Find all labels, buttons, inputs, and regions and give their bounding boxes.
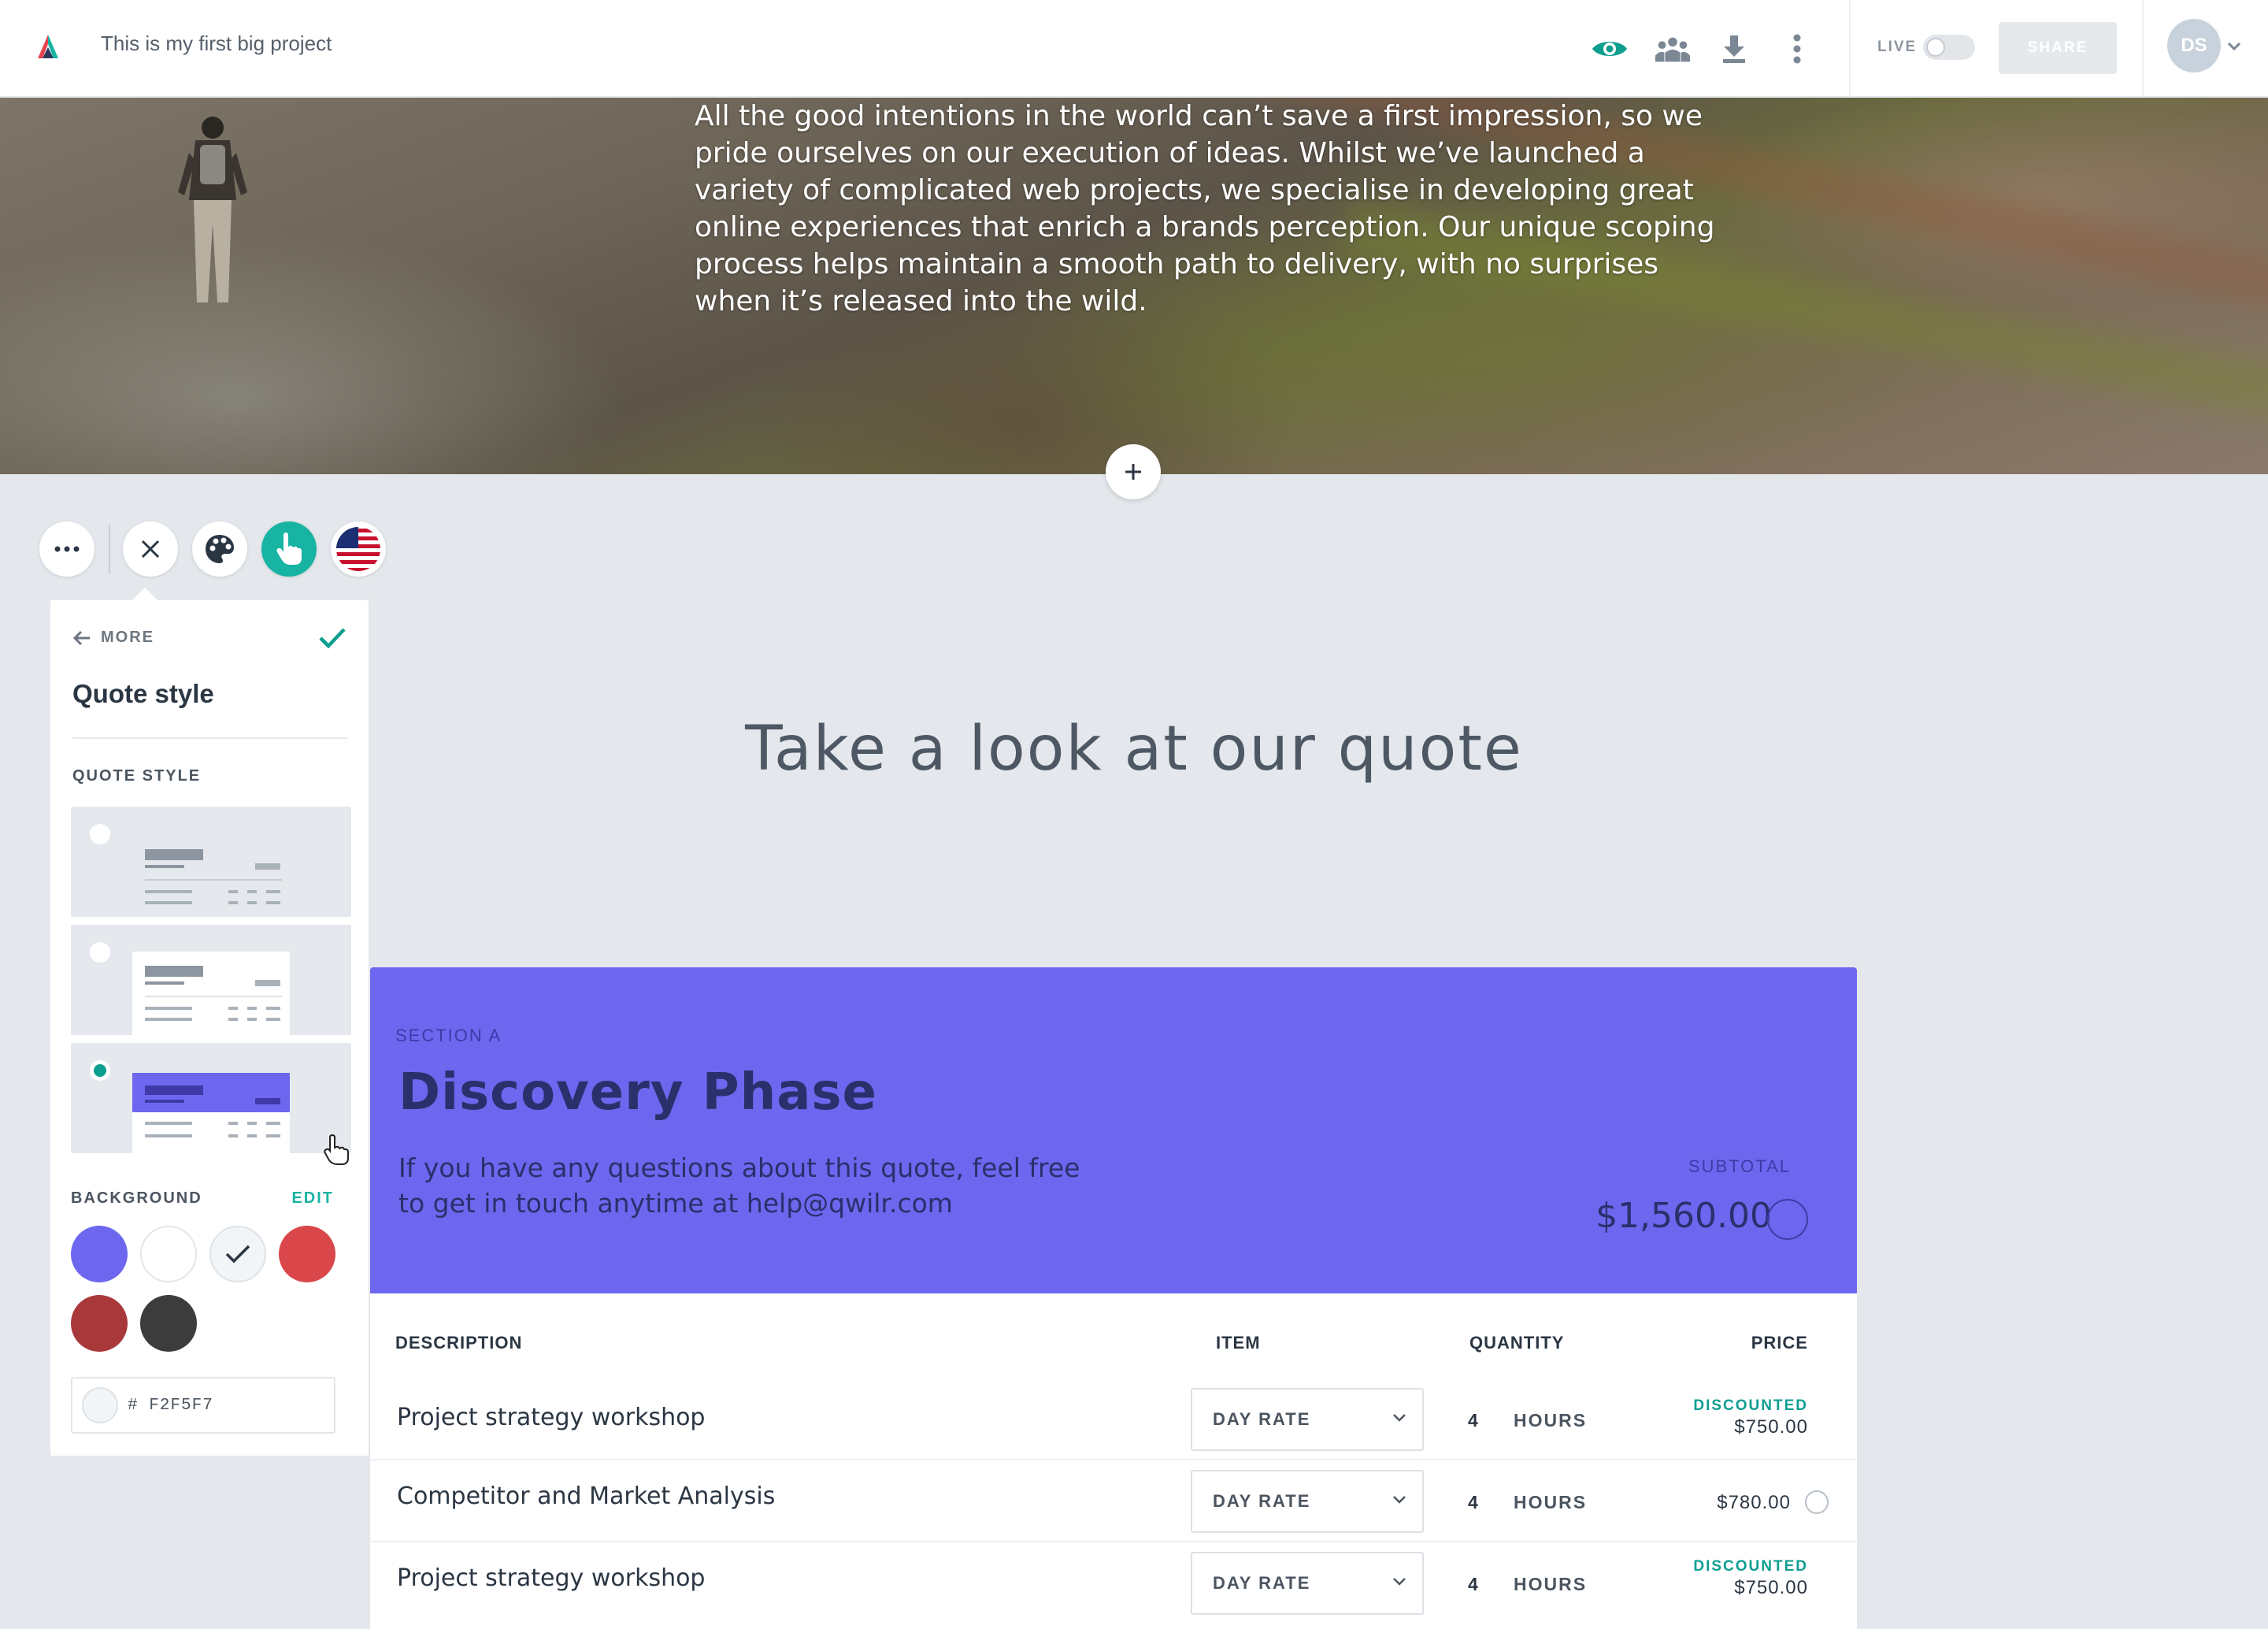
quote-style-option-2[interactable] xyxy=(71,925,351,1035)
top-bar: This is my first big project LIVE SHARE … xyxy=(0,0,2268,98)
avatar[interactable]: DS xyxy=(2167,19,2221,72)
hand-cursor-icon xyxy=(323,1134,350,1170)
live-label: LIVE xyxy=(1877,39,1918,55)
chevron-down-icon xyxy=(1393,1578,1406,1586)
hex-color-input[interactable]: # F2F5F7 xyxy=(71,1377,335,1434)
background-label: BACKGROUND xyxy=(71,1189,202,1207)
radio-button[interactable] xyxy=(90,942,110,963)
quantity-value[interactable]: 4 xyxy=(1468,1410,1478,1431)
palette-icon xyxy=(206,535,234,563)
checkmark-icon xyxy=(225,1245,250,1263)
chevron-down-icon[interactable] xyxy=(2227,41,2241,55)
section-kicker[interactable]: SECTION A xyxy=(395,1026,502,1046)
block-more-button[interactable] xyxy=(39,521,94,577)
subtotal-value: $1,560.00 xyxy=(1595,1196,1772,1236)
document-title[interactable]: This is my first big project xyxy=(101,32,332,56)
color-preview-dot xyxy=(82,1387,118,1423)
column-header-price: PRICE xyxy=(1751,1333,1808,1353)
item-select[interactable]: DAY RATE xyxy=(1191,1470,1424,1533)
add-block-button[interactable] xyxy=(1106,444,1161,499)
swatch-light-grey-selected[interactable] xyxy=(209,1226,266,1282)
column-header-quantity: QUANTITY xyxy=(1469,1333,1565,1353)
section-title[interactable]: Discovery Phase xyxy=(398,1063,877,1122)
optional-toggle-circle[interactable] xyxy=(1805,1490,1829,1514)
quote-style-option-1[interactable] xyxy=(71,807,351,917)
hero-block: All the good intentions in the world can… xyxy=(0,98,2268,474)
quantity-unit: HOURS xyxy=(1514,1574,1588,1594)
download-icon[interactable] xyxy=(1715,30,1753,68)
section-description[interactable]: If you have any questions about this quo… xyxy=(398,1150,1107,1221)
page-heading[interactable]: Take a look at our quote xyxy=(0,714,2268,785)
swatch-white[interactable] xyxy=(140,1226,197,1282)
interactive-button[interactable] xyxy=(261,521,317,577)
edit-background-link[interactable]: EDIT xyxy=(291,1189,334,1208)
row-description[interactable]: Project strategy workshop xyxy=(397,1404,705,1431)
toolbar-divider xyxy=(2142,0,2144,98)
column-header-item: ITEM xyxy=(1216,1333,1261,1353)
quote-section-header: SECTION A Discovery Phase If you have an… xyxy=(370,967,1857,1293)
price-value: $750.00 xyxy=(1734,1416,1808,1438)
table-row: Project strategy workshop DAY RATE 4 HOU… xyxy=(370,1379,1857,1460)
people-icon[interactable] xyxy=(1654,30,1692,68)
swatch-purple[interactable] xyxy=(71,1226,128,1282)
checkmark-icon[interactable] xyxy=(318,627,346,653)
plus-icon xyxy=(1125,464,1141,480)
row-description[interactable]: Project strategy workshop xyxy=(397,1564,705,1592)
share-button[interactable]: SHARE xyxy=(1999,22,2117,74)
optional-toggle-circle[interactable] xyxy=(1767,1199,1808,1240)
item-select-value: DAY RATE xyxy=(1213,1573,1311,1593)
horizontal-dots-icon xyxy=(54,546,80,552)
subtotal-label: SUBTOTAL xyxy=(1688,1156,1791,1176)
close-button[interactable] xyxy=(123,521,178,577)
toggle-knob xyxy=(1926,38,1945,57)
discount-badge: DISCOUNTED xyxy=(1693,1397,1808,1414)
back-label: MORE xyxy=(101,629,154,646)
us-flag-icon xyxy=(336,527,380,571)
item-select-value: DAY RATE xyxy=(1213,1409,1311,1429)
quantity-unit: HOURS xyxy=(1514,1492,1588,1512)
swatch-red[interactable] xyxy=(279,1226,335,1282)
quote-section: SECTION A Discovery Phase If you have an… xyxy=(370,967,1857,1629)
close-icon xyxy=(141,540,160,558)
style-3-thumbnail-icon xyxy=(132,1073,290,1153)
radio-button-selected[interactable] xyxy=(90,1060,110,1081)
quantity-unit: HOURS xyxy=(1514,1410,1588,1430)
item-select[interactable]: DAY RATE xyxy=(1191,1552,1424,1615)
table-row: Project strategy workshop DAY RATE 4 HOU… xyxy=(370,1542,1857,1624)
chevron-down-icon xyxy=(1393,1496,1406,1504)
swatch-charcoal[interactable] xyxy=(140,1295,197,1352)
live-toggle[interactable] xyxy=(1923,35,1975,60)
quantity-value[interactable]: 4 xyxy=(1468,1574,1478,1595)
table-row: Competitor and Market Analysis DAY RATE … xyxy=(370,1460,1857,1542)
toolbar-divider xyxy=(1849,0,1851,98)
style-1-thumbnail-icon xyxy=(145,849,282,904)
hand-pointer-icon xyxy=(276,532,302,565)
style-2-thumbnail-icon xyxy=(132,952,290,1035)
column-header-description: DESCRIPTION xyxy=(395,1333,523,1353)
discount-badge: DISCOUNTED xyxy=(1693,1558,1808,1575)
vertical-dots-icon[interactable] xyxy=(1778,30,1816,68)
toolbar-separator xyxy=(109,525,110,573)
price-value: $780.00 xyxy=(1717,1492,1791,1513)
row-description[interactable]: Competitor and Market Analysis xyxy=(397,1482,775,1510)
back-button[interactable]: MORE xyxy=(72,629,154,647)
hero-paragraph[interactable]: All the good intentions in the world can… xyxy=(695,98,1718,320)
arrow-left-icon xyxy=(72,630,90,645)
chevron-down-icon xyxy=(1393,1414,1406,1422)
language-button[interactable] xyxy=(331,521,386,577)
panel-title: Quote style xyxy=(72,679,214,708)
palette-button[interactable] xyxy=(192,521,247,577)
swatch-dark-red[interactable] xyxy=(71,1295,128,1352)
hex-value: # F2F5F7 xyxy=(128,1396,213,1415)
quote-style-option-3[interactable] xyxy=(71,1043,351,1153)
qwilr-logo-icon[interactable] xyxy=(35,33,61,60)
price-value: $750.00 xyxy=(1734,1577,1808,1598)
quantity-value[interactable]: 4 xyxy=(1468,1492,1478,1513)
item-select[interactable]: DAY RATE xyxy=(1191,1388,1424,1451)
radio-button[interactable] xyxy=(90,824,110,844)
eye-icon[interactable] xyxy=(1591,30,1629,68)
hiker-figure-image xyxy=(165,113,260,314)
item-select-value: DAY RATE xyxy=(1213,1491,1311,1511)
